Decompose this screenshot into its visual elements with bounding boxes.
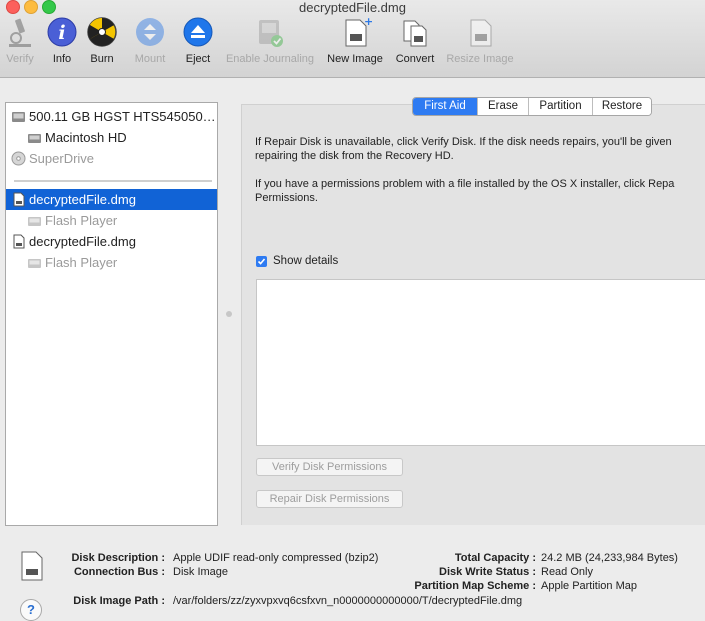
disk-image-icon	[11, 234, 26, 249]
window-title: decryptedFile.dmg	[299, 0, 406, 15]
convert-icon	[398, 16, 432, 50]
partition-map-scheme-label: Partition Map Scheme :	[414, 580, 536, 592]
sidebar-item-macintosh-hd[interactable]: Macintosh HD	[6, 127, 217, 148]
eject-label: Eject	[185, 53, 211, 65]
connection-bus-value: Disk Image	[173, 566, 229, 578]
resize-image-button[interactable]: Resize Image	[443, 16, 517, 74]
tab-erase[interactable]: Erase	[478, 98, 529, 115]
convert-button[interactable]: Convert	[393, 16, 437, 74]
split-view-divider-handle[interactable]	[226, 311, 232, 317]
disk-image-icon	[11, 192, 26, 207]
total-capacity-value: 24.2 MB (24,233,984 Bytes)	[541, 552, 678, 564]
svg-text:i: i	[58, 22, 65, 44]
show-details-label: Show details	[273, 255, 339, 267]
journaling-icon	[253, 16, 287, 50]
verify-label: Verify	[6, 53, 34, 65]
partition-map-scheme-value: Apple Partition Map	[541, 580, 637, 592]
sidebar-divider	[14, 180, 212, 182]
new-image-button[interactable]: + New Image	[325, 15, 385, 74]
info-label: Info	[52, 53, 72, 65]
info-button[interactable]: i Info	[45, 16, 79, 74]
total-capacity-label: Total Capacity :	[454, 552, 536, 564]
details-log-area[interactable]	[256, 279, 705, 446]
burn-label: Burn	[90, 53, 114, 65]
eject-button[interactable]: Eject	[181, 16, 215, 74]
disk-write-status-label: Disk Write Status :	[439, 566, 536, 578]
tab-first-aid[interactable]: First Aid	[413, 98, 478, 115]
sidebar-item-label: Flash Player	[45, 213, 118, 228]
mount-label: Mount	[134, 53, 166, 65]
tab-restore[interactable]: Restore	[593, 98, 651, 115]
checkmark-icon	[257, 258, 266, 265]
sidebar-item-decryptedfile-dmg[interactable]: decryptedFile.dmg	[6, 231, 217, 252]
sidebar-item-label: Flash Player	[45, 255, 118, 270]
new-image-icon: +	[338, 15, 373, 50]
enable-journaling-label: Enable Journaling	[225, 53, 315, 65]
tab-partition[interactable]: Partition	[529, 98, 593, 115]
sidebar-item-flash-player[interactable]: Flash Player	[6, 210, 217, 231]
resize-image-icon	[463, 16, 497, 50]
disk-description-value: Apple UDIF read-only compressed (bzip2)	[173, 552, 379, 564]
svg-text:+: +	[364, 16, 372, 28]
sidebar-item-label: SuperDrive	[29, 151, 95, 166]
sidebar-item-flash-player-2[interactable]: Flash Player	[6, 252, 217, 273]
volume-icon	[27, 213, 42, 228]
show-details-checkbox[interactable]	[256, 256, 267, 267]
sidebar-item-label: decryptedFile.dmg	[29, 192, 136, 207]
permissions-instructions-line: If you have a permissions problem with a…	[255, 178, 675, 190]
volume-icon	[27, 130, 42, 145]
mount-icon	[133, 16, 167, 50]
disk-description-label: Disk Description :	[71, 552, 165, 564]
sidebar-item-label: 500.11 GB HGST HTS545050…	[29, 109, 216, 124]
microscope-icon	[3, 16, 37, 50]
sidebar-item-label: Macintosh HD	[45, 130, 127, 145]
disk-sidebar[interactable]: 500.11 GB HGST HTS545050… Macintosh HD S…	[5, 102, 218, 526]
disk-image-path-value: /var/folders/zz/zyxvpxvq6csfxvn_n0000000…	[173, 595, 523, 607]
hard-disk-icon	[11, 109, 26, 124]
burn-icon	[85, 16, 119, 50]
volume-icon	[27, 255, 42, 270]
convert-label: Convert	[395, 53, 435, 65]
new-image-label: New Image	[327, 53, 383, 65]
disk-image-info-icon	[20, 551, 44, 584]
help-button[interactable]: ?	[20, 599, 42, 621]
mount-button[interactable]: Mount	[129, 16, 171, 74]
sidebar-item-hgst-disk[interactable]: 500.11 GB HGST HTS545050…	[6, 106, 217, 127]
verify-disk-permissions-button[interactable]: Verify Disk Permissions	[256, 458, 403, 476]
info-icon: i	[45, 16, 79, 50]
sidebar-item-superdrive[interactable]: SuperDrive	[6, 148, 217, 169]
disk-write-status-value: Read Only	[541, 566, 593, 578]
burn-button[interactable]: Burn	[85, 16, 119, 74]
eject-icon	[181, 16, 215, 50]
optical-disc-icon	[11, 151, 26, 166]
permissions-instructions-line: Permissions.	[255, 192, 318, 204]
connection-bus-label: Connection Bus :	[73, 566, 165, 578]
sidebar-item-decryptedfile-dmg-selected[interactable]: decryptedFile.dmg	[6, 189, 217, 210]
first-aid-instructions-line: repairing the disk from the Recovery HD.	[255, 150, 454, 162]
enable-journaling-button[interactable]: Enable Journaling	[222, 16, 318, 74]
sidebar-item-label: decryptedFile.dmg	[29, 234, 136, 249]
repair-disk-permissions-button[interactable]: Repair Disk Permissions	[256, 490, 403, 508]
disk-image-path-label: Disk Image Path :	[73, 595, 165, 607]
tab-bar: First Aid Erase Partition Restore	[412, 97, 652, 116]
first-aid-instructions-line: If Repair Disk is unavailable, click Ver…	[255, 136, 672, 148]
verify-button[interactable]: Verify	[1, 16, 39, 74]
resize-image-label: Resize Image	[446, 53, 514, 65]
